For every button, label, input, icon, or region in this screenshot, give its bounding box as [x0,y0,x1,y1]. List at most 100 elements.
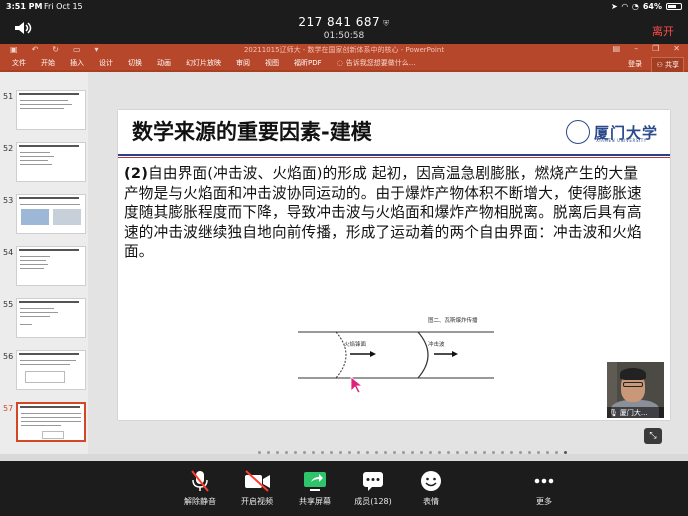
share-screen-button[interactable]: 共享屏幕 [285,469,345,507]
minimize-icon[interactable]: – [634,44,638,53]
xiamen-university-logo: 厦门大学 XIAMEN UNIVERSITY [566,117,662,147]
participants-button[interactable]: 成员(128) [343,469,403,507]
close-icon[interactable]: ✕ [673,44,680,53]
reactions-button[interactable]: 表情 [401,469,461,507]
thumbnail-preview [16,298,86,338]
thumbnail-slide-55[interactable]: 55 [0,298,88,348]
share-label: 共享 [665,61,679,69]
thumbnail-number: 52 [3,144,14,153]
unmute-label: 解除静音 [184,497,216,506]
thumbnail-number: 57 [3,404,14,413]
share-button[interactable]: ⚇ 共享 [651,57,684,73]
location-icon: ➤ [611,2,618,11]
tab-foxit-pdf[interactable]: 福昕PDF [294,58,322,68]
slide-title: 数学来源的重要因素-建模 [132,120,372,144]
start-video-button[interactable]: 开启视频 [227,469,287,507]
figure-drawing [298,331,494,379]
lightbulb-icon: ◌ [336,59,343,67]
thumbnail-slide-53[interactable]: 53 [0,194,88,244]
battery-icon [666,3,682,10]
video-off-icon [245,470,270,492]
tab-design[interactable]: 设计 [99,58,113,68]
expand-video-button[interactable]: ⤡ [644,428,662,444]
thumbnail-number: 56 [3,352,14,361]
more-dots-icon [534,478,554,484]
shared-screen: ▣ ↶ ↻ ▭ ▾ 20211015辽师大 - 数学在国家创新体系中的核心 - … [0,44,688,461]
smile-icon [421,471,441,491]
label-flame-front: 火焰锋面 [344,342,367,348]
thumbnail-slide-57[interactable]: 57 [0,402,88,452]
thumbnail-preview [16,194,86,234]
tab-insert[interactable]: 插入 [70,58,84,68]
university-seal-icon [566,120,590,144]
participant-name-bar: 🎙 厦门大... [607,407,664,418]
thumbnail-slide-54[interactable]: 54 [0,246,88,296]
participant-video-tile[interactable]: 🎙 厦门大... [607,362,664,418]
zoom-window: 3:51 PM Fri Oct 15 ➤ ◠ ◔ 64% 217 841 687… [0,0,688,516]
current-slide[interactable]: 数学来源的重要因素-建模 厦门大学 XIAMEN UNIVERSITY (2)自… [118,110,670,420]
tab-animations[interactable]: 动画 [157,58,171,68]
participants-icon [363,472,383,491]
thumbnail-slide-52[interactable]: 52 [0,142,88,192]
tab-home[interactable]: 开始 [41,58,55,68]
maximize-icon[interactable]: ❐ [652,44,659,53]
wifi-icon: ◠ [621,2,628,11]
slide-thumbnail-pane: 51 52 53 54 55 56 57 [0,72,88,461]
tab-review[interactable]: 审阅 [236,58,250,68]
ribbon-options-icon[interactable]: ▤ [613,44,621,53]
login-link[interactable]: 登录 [628,59,642,69]
meeting-id-row[interactable]: 217 841 687 ⛨ [0,15,688,29]
thumbnail-slide-51[interactable]: 51 [0,90,88,140]
tab-slideshow[interactable]: 幻灯片放映 [186,58,221,68]
reactions-label: 表情 [423,497,439,506]
meeting-id: 217 841 687 [298,15,381,29]
thumbnail-preview [16,142,86,182]
thumbnail-preview [16,350,86,390]
item-number: (2) [124,165,149,182]
title-rule-blue [118,154,670,156]
slide-body-text: (2)自由界面(冲击波、火焰面)的形成 起初，因高温急剧膨胀，燃烧产生的大量产物… [124,164,644,262]
ribbon-tabs: 文件 开始 插入 设计 切换 动画 幻灯片放映 审阅 视图 福昕PDF ◌ 告诉… [0,56,688,73]
title-rule-red [118,157,670,158]
meeting-header: 217 841 687 ⛨ 01:50:58 离开 [0,12,688,44]
date: Fri Oct 15 [44,2,83,11]
share-screen-icon [304,472,326,491]
mouse-cursor-icon [350,376,364,394]
tab-transitions[interactable]: 切换 [128,58,142,68]
paragraph: 自由界面(冲击波、火焰面)的形成 起初，因高温急剧膨胀，燃烧产生的大量产物是与火… [124,165,642,261]
thumbnail-preview [16,246,86,286]
meeting-toolbar: 解除静音 开启视频 共享屏幕 成员(128) 表情 更多 [0,461,688,516]
unmute-button[interactable]: 解除静音 [170,469,230,507]
thumbnail-number: 53 [3,196,14,205]
thumbnail-slide-56[interactable]: 56 [0,350,88,400]
clock: 3:51 PM [6,2,43,11]
tab-view[interactable]: 视图 [265,58,279,68]
explosion-propagation-figure: 图二、瓦斯爆炸传播 火焰锋面 冲击波 [298,316,494,398]
label-shock-wave: 冲击波 [428,342,445,348]
tell-me-search[interactable]: ◌ 告诉我您想要做什么... [337,58,416,68]
more-button[interactable]: 更多 [514,469,574,507]
muted-mic-icon [191,470,209,492]
person-icon: ⚇ [656,61,663,69]
more-label: 更多 [536,497,552,506]
tab-file[interactable]: 文件 [12,58,26,68]
shield-icon: ⛨ [383,19,390,28]
thumbnail-preview [16,90,86,130]
slide-canvas: 数学来源的重要因素-建模 厦门大学 XIAMEN UNIVERSITY (2)自… [88,72,688,461]
thumbnail-preview [16,402,86,442]
battery-percent: 64% [642,2,662,11]
ppt-status-bar [0,454,688,461]
mic-icon: 🎙 [609,408,618,417]
alarm-icon: ◔ [631,2,639,11]
status-icons: ➤ ◠ ◔ 64% [611,2,682,11]
thumbnail-number: 55 [3,300,14,309]
thumbnail-number: 54 [3,248,14,257]
document-title: 20211015辽师大 - 数学在国家创新体系中的核心 - PowerPoint [243,46,445,54]
logo-english-text: XIAMEN UNIVERSITY [596,138,647,143]
share-screen-label: 共享屏幕 [299,497,331,506]
thumbnail-number: 51 [3,92,14,101]
leave-button[interactable]: 离开 [652,23,674,39]
participant-name: 厦门大... [619,408,648,417]
ppt-title-bar: ▣ ↶ ↻ ▭ ▾ 20211015辽师大 - 数学在国家创新体系中的核心 - … [0,44,688,56]
expand-icon: ⤡ [649,431,657,441]
